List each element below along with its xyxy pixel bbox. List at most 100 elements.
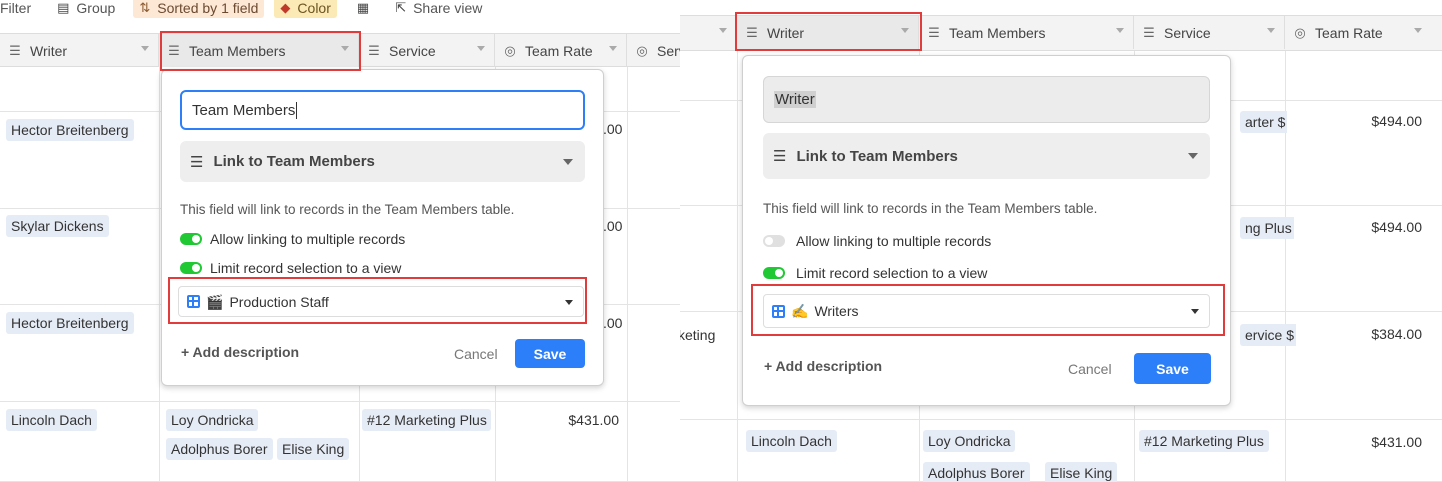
field-name-input[interactable]: Writer: [763, 76, 1210, 123]
limit-view-label: Limit record selection to a view: [210, 260, 402, 276]
add-description-button[interactable]: + Add description: [181, 344, 299, 360]
column-header-label: Writer: [767, 24, 805, 41]
link-field-icon: ☰: [168, 42, 180, 58]
color-label: Color: [297, 0, 331, 16]
chevron-down-icon[interactable]: [341, 46, 349, 51]
save-button[interactable]: Save: [1134, 353, 1211, 384]
view-select[interactable]: ✍️ Writers: [763, 294, 1210, 328]
limit-view-toggle[interactable]: [763, 267, 785, 279]
group-icon: ▤: [57, 0, 70, 15]
column-header-label: Serv: [657, 42, 680, 59]
group-label: Group: [76, 0, 116, 16]
field-config-popup: Team Members ☰ Link to Team Members This…: [161, 69, 604, 386]
field-type-select[interactable]: ☰ Link to Team Members: [763, 133, 1210, 179]
member-chip[interactable]: Elise King: [277, 438, 350, 460]
team-rate-value: $431.00: [1371, 434, 1422, 450]
writer-chip[interactable]: Hector Breitenberg: [6, 312, 134, 334]
chevron-down-icon[interactable]: [1414, 28, 1422, 33]
limit-view-label: Limit record selection to a view: [796, 265, 988, 281]
chevron-down-icon[interactable]: [719, 28, 727, 33]
save-button[interactable]: Save: [515, 339, 585, 368]
chevron-down-icon: [1191, 309, 1199, 314]
writer-chip[interactable]: Lincoln Dach: [6, 409, 97, 431]
writer-chip[interactable]: Lincoln Dach: [746, 430, 837, 452]
field-type-select[interactable]: ☰ Link to Team Members: [180, 141, 585, 182]
column-header-service-2[interactable]: ◎ Serv: [627, 34, 680, 67]
member-chip[interactable]: Loy Ondricka: [923, 430, 1016, 452]
service-chip[interactable]: arter $: [1240, 111, 1288, 133]
chevron-down-icon[interactable]: [141, 46, 149, 51]
member-chip[interactable]: Adolphus Borer: [923, 462, 1030, 482]
view-toolbar: Filter ▤ Group ⇅ Sorted by 1 field ◆ Col…: [0, 0, 488, 18]
link-field-icon: ☰: [746, 24, 758, 40]
limit-view-toggle[interactable]: [180, 262, 202, 274]
team-rate-value: .00: [603, 121, 623, 137]
view-select[interactable]: 🎬 Production Staff: [178, 286, 584, 317]
column-header-team-rate[interactable]: ◎ Team Rate: [1285, 16, 1442, 49]
service-chip[interactable]: ervice $: [1240, 324, 1297, 346]
column-header-label: Team Members: [189, 42, 286, 59]
column-header-label: Team Rate: [525, 42, 593, 59]
chevron-down-icon[interactable]: [477, 46, 485, 51]
allow-multiple-toggle[interactable]: [763, 235, 785, 247]
link-field-icon: ☰: [773, 148, 787, 165]
chevron-down-icon[interactable]: [1267, 28, 1275, 33]
column-header-label: Team Rate: [1315, 24, 1383, 41]
cancel-button[interactable]: Cancel: [454, 346, 498, 362]
link-field-icon: ☰: [9, 42, 21, 58]
allow-multiple-toggle[interactable]: [180, 233, 202, 245]
field-name-input[interactable]: Team Members: [180, 90, 585, 130]
column-header-writer[interactable]: ☰ Writer: [737, 16, 919, 49]
link-field-icon: ☰: [368, 42, 380, 58]
member-chip[interactable]: Elise King: [1045, 462, 1118, 482]
team-rate-value: $494.00: [1371, 113, 1422, 129]
rollup-field-icon: ◎: [636, 42, 648, 58]
color-button[interactable]: ◆ Color: [274, 0, 337, 18]
column-header-team-members[interactable]: ☰ Team Members: [159, 34, 359, 67]
sort-button[interactable]: ⇅ Sorted by 1 field: [133, 0, 265, 18]
allow-multiple-label: Allow linking to multiple records: [796, 233, 992, 249]
paint-bucket-icon: ◆: [280, 0, 291, 15]
row-height-icon: ▦: [356, 0, 370, 15]
field-type-label: Link to Team Members: [213, 153, 375, 170]
column-header-team-members[interactable]: ☰ Team Members: [919, 16, 1134, 49]
team-rate-value: $431.00: [568, 412, 619, 428]
member-chip[interactable]: Adolphus Borer: [166, 438, 273, 460]
column-header-service[interactable]: ☰ Service: [359, 34, 495, 67]
cancel-button[interactable]: Cancel: [1068, 361, 1112, 377]
column-header-label: Service: [1164, 24, 1211, 41]
group-button[interactable]: ▤ Group: [51, 0, 121, 18]
column-header-team-rate[interactable]: ◎ Team Rate: [495, 34, 627, 67]
filter-button[interactable]: Filter: [0, 0, 37, 18]
column-header-service[interactable]: ☰ Service: [1134, 16, 1285, 49]
chevron-down-icon[interactable]: [1116, 28, 1124, 33]
share-view-label: Share view: [413, 0, 483, 16]
field-type-label: Link to Team Members: [796, 147, 958, 165]
filter-label: Filter: [0, 0, 32, 16]
field-config-popup: Writer ☰ Link to Team Members This field…: [742, 55, 1231, 406]
team-rate-value: $494.00: [1371, 219, 1422, 235]
link-field-icon: ☰: [190, 153, 204, 171]
chevron-down-icon: [565, 299, 573, 305]
right-screenshot-panel: ☰ Writer ☰ Team Members ☰ Service ◎ Team…: [680, 0, 1442, 482]
row-height-button[interactable]: ▦: [351, 0, 375, 18]
column-header-writer[interactable]: ☰ Writer: [0, 34, 159, 67]
view-select-label: Writers: [814, 303, 859, 319]
member-chip[interactable]: Loy Ondricka: [166, 409, 259, 431]
clapperboard-icon: 🎬: [206, 293, 224, 310]
sort-icon: ⇅: [139, 0, 151, 15]
share-view-button[interactable]: ⇱ Share view: [389, 0, 488, 18]
writer-chip[interactable]: Hector Breitenberg: [6, 119, 134, 141]
sort-label: Sorted by 1 field: [157, 0, 259, 16]
chevron-down-icon[interactable]: [609, 46, 617, 51]
service-chip[interactable]: #12 Marketing Plus: [1139, 430, 1269, 452]
service-chip[interactable]: ng Plus: [1240, 217, 1294, 239]
service-chip[interactable]: #12 Marketing Plus: [362, 409, 491, 431]
chevron-down-icon[interactable]: [901, 28, 909, 33]
writer-cell-fragment: keting: [680, 327, 716, 343]
column-header-previous[interactable]: [680, 16, 737, 49]
add-description-button[interactable]: + Add description: [764, 358, 882, 374]
writer-chip[interactable]: Skylar Dickens: [6, 215, 109, 237]
field-description-text: This field will link to records in the T…: [763, 201, 1098, 216]
allow-multiple-label: Allow linking to multiple records: [210, 231, 406, 247]
